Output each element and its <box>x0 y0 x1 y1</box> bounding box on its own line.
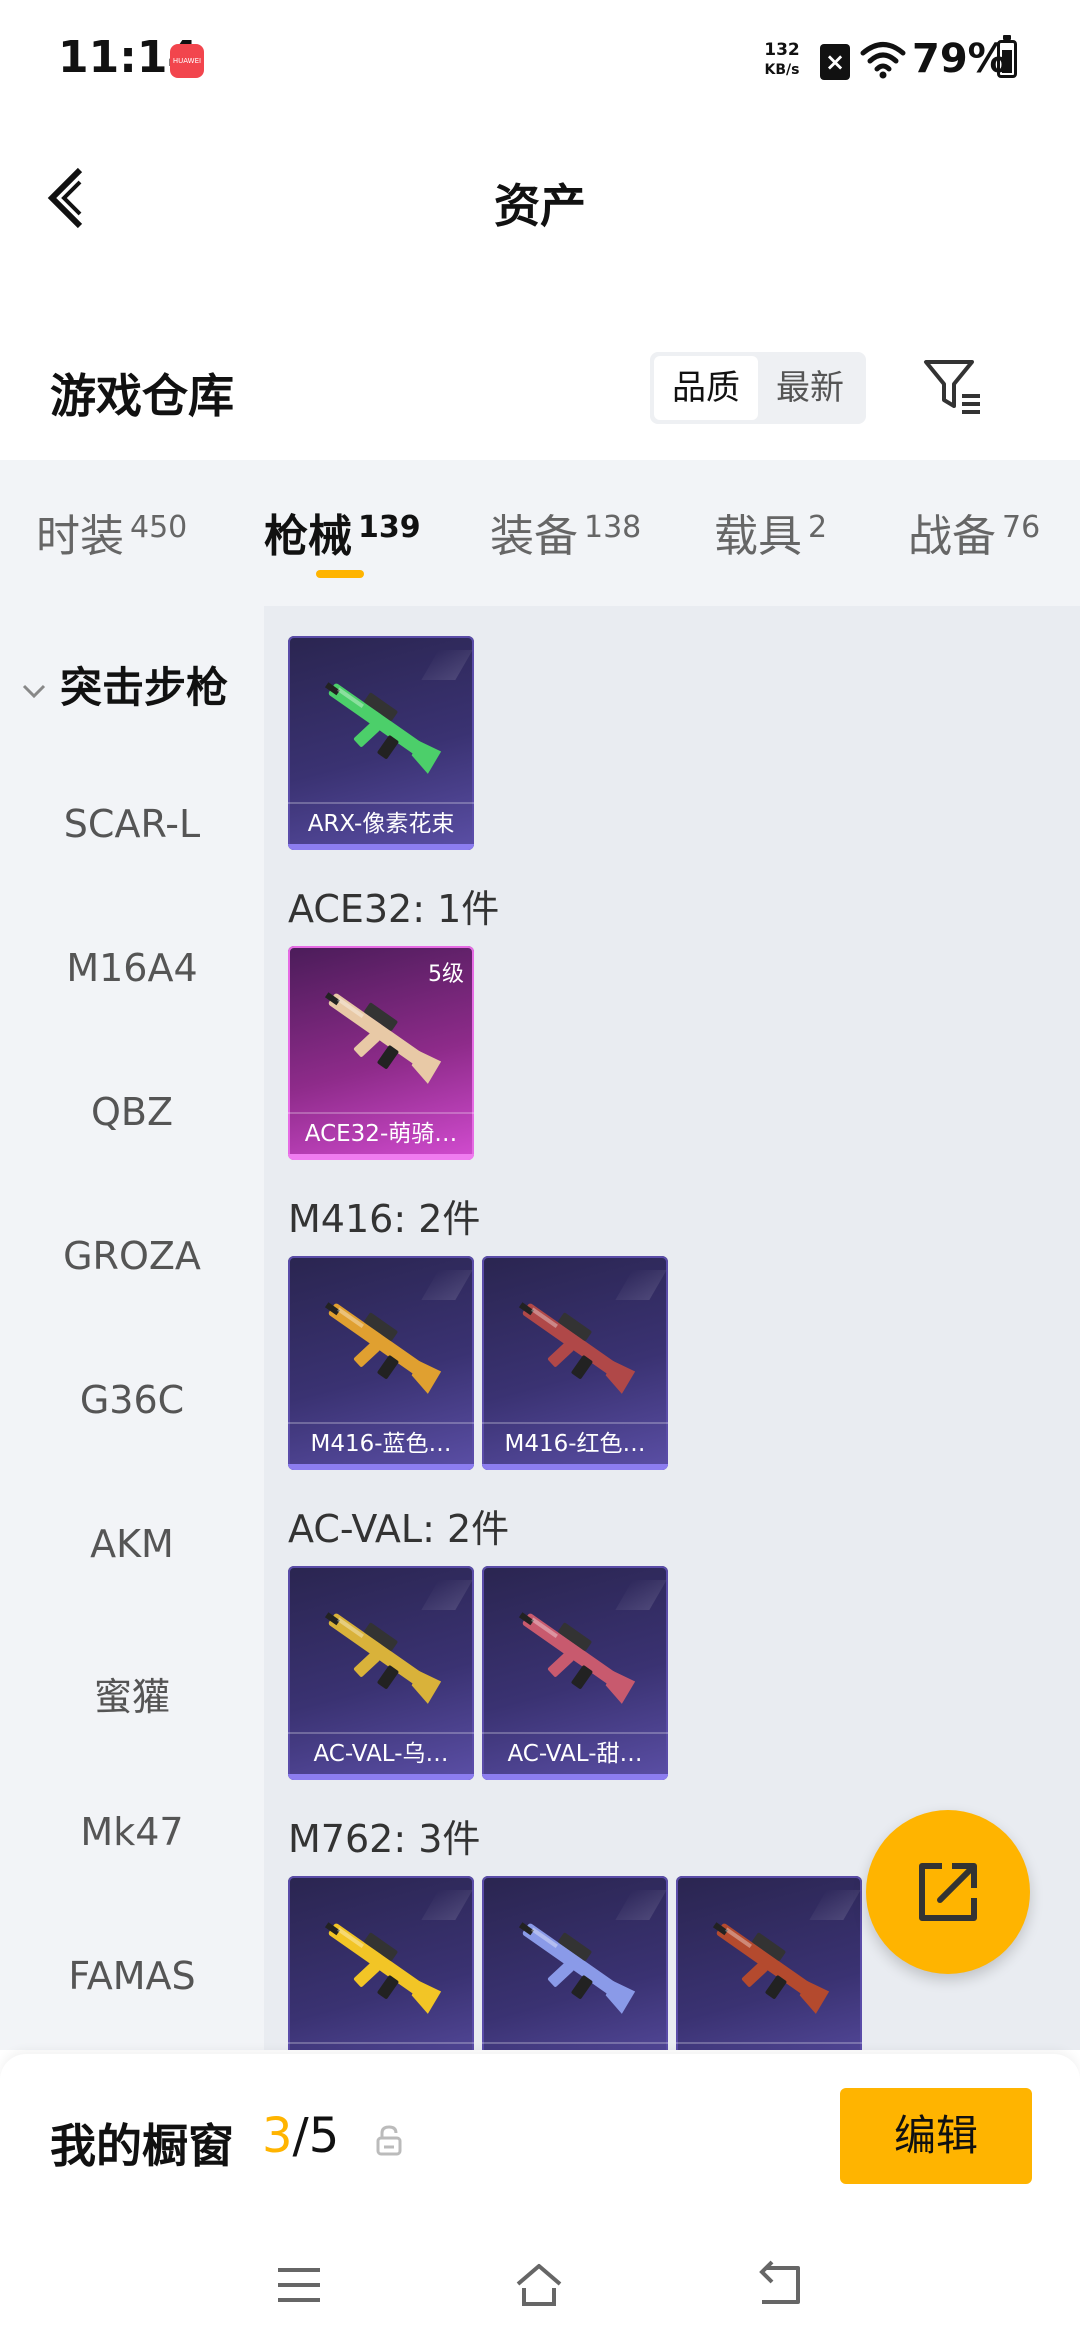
tab-equipment[interactable]: 装备 138 <box>490 500 641 564</box>
rarity-bar <box>288 1774 474 1780</box>
tab-count: 2 <box>808 510 828 545</box>
sidebar-item-scar-l[interactable]: SCAR-L <box>0 802 264 846</box>
no-sim-icon: × <box>820 44 850 80</box>
rifle-icon <box>324 1922 442 2014</box>
chevron-down-icon <box>22 684 46 698</box>
page-title: 资产 <box>494 179 586 233</box>
tab-label: 装备 <box>490 511 578 562</box>
weapon-name: M416-红色… <box>482 1422 668 1464</box>
group-label-ac-val: AC-VAL: 2件 <box>288 1507 510 1551</box>
lock-icon <box>376 2125 402 2156</box>
tab-count: 450 <box>130 510 188 545</box>
weapon-card[interactable]: M416-蓝色… <box>288 1256 474 1470</box>
sidebar-item-g36c[interactable]: G36C <box>0 1378 264 1422</box>
weapon-name: AC-VAL-乌… <box>288 1732 474 1774</box>
wifi-icon <box>860 42 906 79</box>
tab-fashion[interactable]: 时装 450 <box>36 500 187 564</box>
weapon-name <box>676 2042 862 2050</box>
share-external-icon <box>919 1863 977 1921</box>
sidebar-item-qbz[interactable]: QBZ <box>0 1090 264 1134</box>
weapon-card[interactable] <box>482 1876 668 2050</box>
sort-toggle: 品质 最新 <box>650 352 866 424</box>
status-bar: 11:14 HUAWEI 132 KB/s × 79% <box>0 0 1080 120</box>
tab-label: 时装 <box>36 511 124 562</box>
active-tab-indicator <box>316 570 364 578</box>
rifle-icon <box>324 682 442 774</box>
weapon-card[interactable] <box>676 1876 862 2050</box>
tab-label: 枪械 <box>264 511 352 562</box>
weapon-name: ARX-像素花束 <box>288 802 474 844</box>
tab-label: 载具 <box>714 511 802 562</box>
network-speed-unit: KB/s <box>764 62 800 78</box>
sidebar-item-groza[interactable]: GROZA <box>0 1234 264 1278</box>
weapon-name <box>288 2042 474 2050</box>
group-label-m416: M416: 2件 <box>288 1197 481 1241</box>
share-fab-button[interactable] <box>866 1810 1030 1974</box>
showcase-current: 3 <box>262 2108 293 2164</box>
sidebar-item-akm[interactable]: AKM <box>0 1522 264 1566</box>
rifle-icon <box>712 1922 830 2014</box>
tab-supplies[interactable]: 战备 76 <box>908 500 1040 564</box>
rifle-icon <box>324 1612 442 1704</box>
tab-count: 76 <box>1002 510 1041 545</box>
weapon-name: AC-VAL-甜… <box>482 1732 668 1774</box>
filter-icon[interactable] <box>922 356 984 418</box>
tab-count: 138 <box>584 510 642 545</box>
weapon-card[interactable] <box>288 1876 474 2050</box>
rifle-icon <box>518 1302 636 1394</box>
sort-quality-button[interactable]: 品质 <box>654 356 758 420</box>
weapon-name: M416-蓝色… <box>288 1422 474 1464</box>
rarity-bar <box>288 1464 474 1470</box>
weapon-card[interactable]: AC-VAL-乌… <box>288 1566 474 1780</box>
weapon-sidebar: 突击步枪 SCAR-L M16A4 QBZ GROZA G36C AKM 蜜獾 … <box>0 606 264 2050</box>
sort-newest-button[interactable]: 最新 <box>758 356 862 420</box>
sidebar-category-label: 突击步枪 <box>60 663 229 712</box>
sidebar-item-honey-badger[interactable]: 蜜獾 <box>0 1666 264 1721</box>
back-icon[interactable] <box>754 2260 804 2310</box>
network-speed-value: 132 <box>764 40 800 60</box>
tab-vehicles[interactable]: 载具 2 <box>714 500 827 564</box>
showcase-label: 我的橱窗 <box>50 2119 234 2173</box>
weapon-card[interactable]: M416-红色… <box>482 1256 668 1470</box>
weapon-card[interactable]: ARX-像素花束 <box>288 636 474 850</box>
rifle-icon <box>518 1612 636 1704</box>
huawei-app-icon: HUAWEI <box>170 44 204 78</box>
rarity-bar <box>482 1774 668 1780</box>
home-icon[interactable] <box>514 2260 564 2310</box>
rifle-icon <box>518 1922 636 2014</box>
weapon-card[interactable]: 5级 ACE32-萌骑… <box>288 946 474 1160</box>
menu-icon[interactable] <box>274 2260 324 2310</box>
category-tabs: 时装 450 枪械 139 装备 138 载具 2 战备 76 <box>0 460 1080 606</box>
tab-count: 139 <box>358 510 421 545</box>
sidebar-item-mk47[interactable]: Mk47 <box>0 1810 264 1854</box>
battery-percent: 79% <box>912 36 1008 82</box>
showcase-count: 3/5 <box>262 2108 339 2164</box>
battery-icon <box>997 35 1017 78</box>
rarity-bar <box>288 1154 474 1160</box>
showcase-total: /5 <box>292 2108 340 2164</box>
rifle-icon <box>324 992 442 1084</box>
sidebar-item-famas[interactable]: FAMAS <box>0 1954 264 1998</box>
tab-firearms[interactable]: 枪械 139 <box>264 500 421 564</box>
sidebar-item-m16a4[interactable]: M16A4 <box>0 946 264 990</box>
rifle-icon <box>324 1302 442 1394</box>
group-label-m762: M762: 3件 <box>288 1817 481 1861</box>
weapon-card[interactable]: AC-VAL-甜… <box>482 1566 668 1780</box>
tab-label: 战备 <box>908 511 996 562</box>
rarity-bar <box>288 844 474 850</box>
weapon-name <box>482 2042 668 2050</box>
network-speed: 132 KB/s <box>760 40 804 80</box>
warehouse-title: 游戏仓库 <box>50 369 234 423</box>
weapon-name: ACE32-萌骑… <box>288 1112 474 1154</box>
sidebar-category-assault-rifles[interactable]: 突击步枪 <box>20 654 228 715</box>
edit-button[interactable]: 编辑 <box>840 2088 1032 2184</box>
rarity-bar <box>482 1464 668 1470</box>
group-label-ace32: ACE32: 1件 <box>288 887 500 931</box>
